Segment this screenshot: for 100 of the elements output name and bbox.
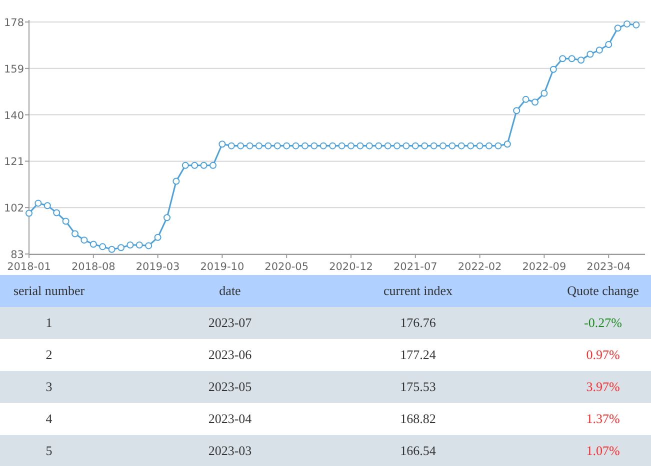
table-cell: 3	[46, 379, 52, 395]
x-tick-label: 2019-10	[200, 261, 244, 273]
data-point	[53, 209, 60, 216]
data-point	[624, 20, 630, 28]
data-point	[329, 142, 336, 150]
table-cell: -0.27%	[584, 315, 622, 331]
table-cell-text: 175.53	[399, 379, 437, 395]
data-point	[126, 241, 134, 248]
data-point	[614, 24, 622, 32]
data-point	[504, 140, 511, 148]
data-point	[578, 56, 584, 64]
table-cell: 1	[46, 315, 52, 331]
data-point	[348, 142, 354, 150]
data-point	[210, 162, 216, 169]
table-cell: 2023-03	[208, 443, 252, 459]
data-point	[540, 90, 548, 97]
data-point	[292, 142, 300, 150]
table-cell-text: 168.82	[399, 411, 437, 427]
data-point	[191, 162, 198, 169]
data-point	[394, 142, 400, 150]
data-point	[154, 234, 162, 241]
table-cell-text: 177.24	[399, 347, 437, 363]
data-point	[283, 142, 290, 150]
data-point	[136, 241, 143, 248]
table-cell: 4	[46, 411, 52, 427]
table-cell: 5	[46, 443, 52, 459]
data-point	[412, 142, 419, 150]
x-tick-label: 2020-05	[264, 261, 309, 273]
data-point	[164, 214, 170, 222]
data-point	[366, 142, 373, 150]
x-tick-label: 2020-12	[329, 261, 373, 273]
x-tick-label: 2023-04	[586, 261, 631, 273]
data-point	[458, 142, 465, 150]
data-point	[228, 142, 235, 150]
data-point	[237, 142, 244, 150]
x-tick-label: 2022-09	[522, 261, 566, 273]
table-cell: 1.37%	[586, 411, 620, 427]
table-cell: 2023-04	[208, 411, 252, 427]
y-tick-label: 121	[4, 156, 24, 168]
data-point	[246, 142, 254, 150]
column-header: current index	[382, 283, 454, 299]
data-point	[26, 210, 32, 217]
table-cell: 0.97%	[586, 347, 620, 363]
data-point	[356, 142, 364, 150]
data-point	[99, 243, 106, 250]
x-tick-label: 2021-07	[393, 261, 438, 273]
data-point	[256, 142, 262, 150]
column-header: Quote change	[567, 283, 639, 299]
data-point	[605, 40, 612, 48]
data-point	[486, 142, 492, 150]
data-point	[476, 142, 484, 150]
data-point	[118, 244, 124, 252]
y-tick-label: 140	[4, 110, 24, 122]
table-cell-text: 166.54	[399, 443, 437, 459]
data-point	[172, 178, 180, 185]
table-cell: 3.97%	[586, 379, 620, 395]
table-cell: 2023-06	[208, 347, 252, 363]
data-point	[532, 98, 538, 106]
data-point	[568, 55, 576, 62]
data-point	[384, 142, 392, 150]
data-point	[375, 142, 382, 150]
data-point	[62, 218, 70, 225]
data-point	[522, 96, 530, 103]
x-tick-label: 2018-01	[7, 261, 51, 273]
data-point	[72, 230, 78, 238]
data-point	[108, 246, 116, 253]
data-point	[402, 142, 410, 150]
data-point	[310, 142, 318, 150]
data-point	[632, 21, 640, 28]
data-point	[218, 140, 226, 148]
table-cell-text: 176.76	[399, 315, 437, 331]
column-header: serial number	[13, 283, 85, 299]
data-point	[448, 142, 456, 150]
table-cell: 2023-05	[208, 379, 252, 395]
table-cell: 2023-07	[208, 315, 252, 331]
data-point	[200, 162, 208, 169]
y-tick-label: 159	[4, 63, 24, 76]
data-point	[467, 142, 474, 150]
data-point	[586, 50, 594, 58]
data-point	[513, 107, 520, 114]
data-point	[421, 142, 428, 150]
data-point	[274, 142, 281, 150]
data-point	[596, 46, 603, 54]
data-point	[440, 142, 446, 150]
data-point	[264, 142, 272, 150]
data-point	[34, 200, 42, 207]
x-tick-label: 2019-03	[136, 261, 180, 273]
data-point	[80, 236, 88, 244]
y-tick-label: 102	[4, 202, 24, 215]
data-point	[320, 142, 327, 150]
data-point	[182, 162, 189, 169]
data-point	[145, 242, 152, 250]
data-point	[44, 202, 51, 210]
x-tick-label: 2022-02	[458, 261, 502, 273]
data-point	[338, 142, 346, 150]
y-tick-label: 178	[4, 17, 24, 29]
table-cell: 2	[46, 347, 52, 363]
data-point	[494, 142, 502, 150]
data-point	[550, 66, 557, 73]
table-cell: 1.07%	[586, 443, 620, 459]
